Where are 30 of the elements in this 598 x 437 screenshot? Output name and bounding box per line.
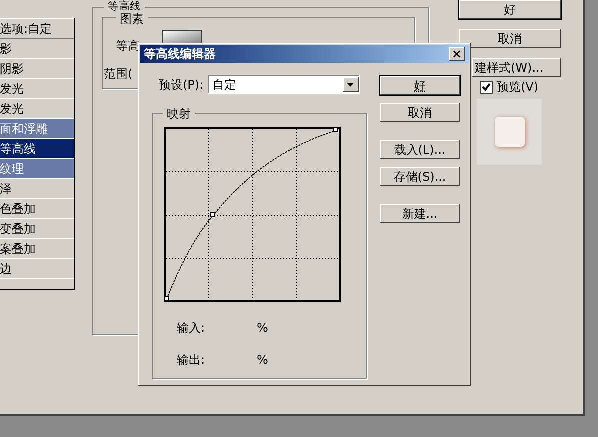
dialog-button[interactable]: 新建... xyxy=(380,204,460,223)
preview-swatch xyxy=(494,117,524,147)
output-label: 输出: xyxy=(177,352,206,369)
window-title: 等高线编辑器 xyxy=(144,46,216,63)
new-style-button[interactable]: 建样式(W)... xyxy=(472,58,561,77)
preset-dropdown[interactable]: 自定 xyxy=(208,75,360,94)
style-list-item[interactable]: 纹理 xyxy=(0,159,74,179)
dialog-button[interactable]: 载入(L)... xyxy=(380,140,460,159)
curve-point[interactable] xyxy=(334,128,338,132)
dialog-button[interactable]: 好 xyxy=(380,76,460,95)
cancel-button[interactable]: 取消 xyxy=(459,29,561,48)
preview-checkbox[interactable] xyxy=(480,80,493,94)
input-unit: % xyxy=(257,320,268,337)
output-unit: % xyxy=(257,352,268,369)
group-title: 图素 xyxy=(116,10,148,28)
close-button[interactable]: × xyxy=(449,47,465,61)
input-label: 输入: xyxy=(177,320,206,337)
ok-button[interactable]: 好 xyxy=(459,0,561,19)
range-label: 范围( xyxy=(104,66,133,83)
list-header: 选项:自定 xyxy=(0,18,74,39)
contour-thumbnail[interactable] xyxy=(162,30,202,44)
dialog-button[interactable]: 取消 xyxy=(380,103,460,122)
curve-point[interactable] xyxy=(164,296,170,302)
style-list-item[interactable]: 面和浮雕 xyxy=(0,119,74,139)
style-list-item[interactable]: 等高线 xyxy=(0,139,74,159)
preset-label: 预设(P): xyxy=(159,76,204,94)
dialog-button[interactable]: 存储(S)... xyxy=(380,167,460,186)
preview-label: 预览(V) xyxy=(497,79,539,96)
curve-point[interactable] xyxy=(210,212,216,218)
preset-value: 自定 xyxy=(212,76,237,94)
